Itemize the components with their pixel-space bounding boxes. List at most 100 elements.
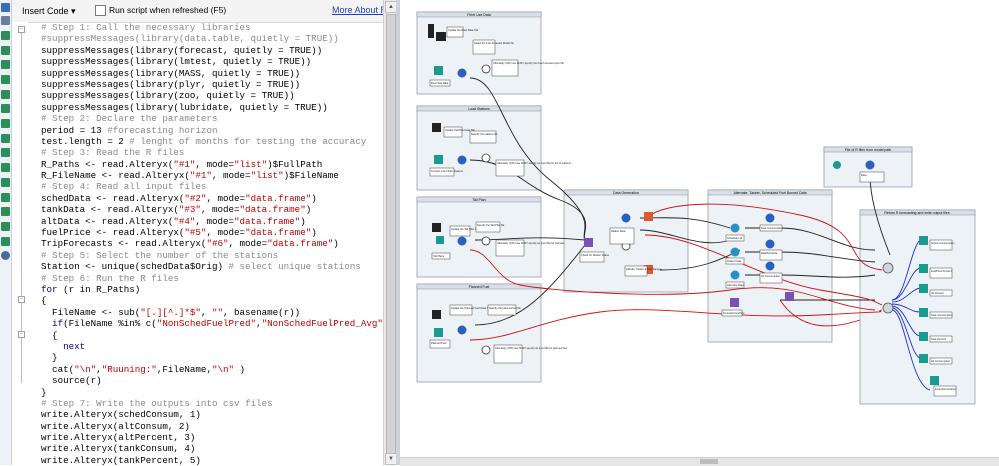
note: Tail Plans (433, 254, 445, 258)
run-when-refreshed-label: Run script when refreshed (F5) (109, 5, 227, 15)
code-line: suppressMessages(library(plyr, quietly =… (30, 79, 395, 90)
code-token: 13 (90, 124, 102, 136)
code-token: (r in R_Paths) (57, 283, 141, 295)
code-line: suppressMessages(library(MASS, quietly =… (30, 68, 395, 79)
code-token: (FileName %in% c( (63, 318, 157, 330)
code-token: { (30, 295, 47, 307)
code-token: ) (184, 420, 190, 432)
code-token: , basename(r)) (223, 306, 301, 318)
output-anchor-icon[interactable] (1, 75, 10, 84)
code-token: if (30, 318, 64, 330)
note: Convert Line Flight Stations (431, 169, 464, 173)
container-title: Alternate, Tanker, Scheduled Fuel Burned… (733, 191, 806, 195)
output-anchor-icon[interactable] (1, 207, 10, 216)
code-line: period = 13 #forecasting horizon (30, 125, 395, 136)
container-tail-plan[interactable]: Tail Plan (416, 196, 542, 278)
output-anchor-icon[interactable] (1, 178, 10, 187)
note: Specify the planned fuel file (489, 306, 521, 310)
code-token: write.Alteryx(tankPercent, (30, 454, 190, 465)
code-line: # Step 5: Select the number of the stati… (30, 250, 395, 261)
code-line: TripForecasts <- read.Alteryx("#6", mode… (30, 238, 395, 249)
code-line: schedData <- read.Alteryx("#2", mode="da… (30, 193, 395, 204)
code-token: schedData <- read.Alteryx( (30, 192, 185, 204)
code-token: TripForecasts <- read.Alteryx( (30, 238, 207, 250)
code-token: ) (311, 227, 317, 239)
code-token: , mode= (228, 238, 268, 250)
code-token: ) (189, 443, 196, 455)
code-token: period = (30, 124, 91, 136)
run-when-refreshed-checkbox[interactable] (95, 5, 106, 16)
code-line: # Step 3: Read the R files (30, 147, 395, 158)
code-line: suppressMessages(library(forecast, quiet… (30, 45, 395, 56)
code-token: Station <- unique(schedData$Orig) (30, 261, 223, 273)
code-line: next (30, 341, 395, 352)
code-line: suppressMessages(library(zoo, quietly = … (30, 90, 395, 101)
note: Update the Planned Fuel Data Tab (451, 306, 491, 310)
note: Select the Fuel Forecast Model file (474, 41, 514, 45)
code-line: Station <- unique(schedData$Orig) # sele… (30, 261, 395, 272)
fold-toggle-icon[interactable]: − (18, 296, 25, 303)
code-token: ) (195, 454, 201, 465)
output-anchor-icon[interactable] (1, 46, 10, 55)
output-anchor-icon[interactable] (1, 16, 10, 25)
note: DataSchedule (761, 251, 778, 255)
code-token: "#5" (184, 227, 207, 239)
output-anchor-icon[interactable] (1, 148, 10, 157)
code-token: tankData <- read.Alteryx( (30, 204, 179, 216)
code-toolbar: Insert Code ▾ Run script when refreshed … (12, 0, 395, 23)
help-icon[interactable] (1, 251, 10, 260)
output-anchor-icon[interactable] (1, 104, 10, 113)
container-title: Planned Fuel (469, 285, 490, 289)
scroll-thumb[interactable] (386, 14, 396, 454)
code-token: "#1" (189, 170, 212, 182)
code-gutter: − − − (12, 22, 28, 465)
scroll-thumb[interactable] (700, 459, 718, 464)
output-anchor-icon[interactable] (1, 90, 10, 99)
code-token: , mode= (195, 158, 235, 170)
note: Ultimately (OR) Use NUST specify the Fue… (493, 61, 565, 65)
output-anchor-icon[interactable] (1, 31, 10, 40)
note: Tank Consumption (761, 226, 783, 230)
note: Schedule Ltd (727, 236, 743, 240)
container-load-stations[interactable]: Load Stations (416, 105, 542, 191)
fold-toggle-icon[interactable]: − (18, 331, 25, 338)
insert-code-dropdown[interactable]: Insert Code ▾ (18, 4, 80, 18)
output-anchor-icon[interactable] (1, 119, 10, 128)
note: Tanker Data (727, 259, 742, 263)
output-anchor-icon[interactable] (1, 222, 10, 231)
note: Check for Station Status (581, 253, 610, 257)
note: FuelPrice Percent (931, 269, 952, 273)
code-token: "#4" (173, 215, 196, 227)
code-token: # Step 5: Select the number of the stati… (30, 249, 279, 261)
workflow-canvas[interactable]: Fleet Use Data Load Stations Tail Plan P… (400, 0, 999, 457)
code-token: "#1" (173, 158, 196, 170)
code-token: source(r) (30, 375, 102, 387)
output-anchor-icon[interactable] (1, 193, 10, 202)
code-token: "data.frame" (234, 215, 301, 227)
output-anchor-icon[interactable] (1, 60, 10, 69)
code-line: cat("\n","Ruuning:",FileName,"\n" ) (30, 364, 395, 375)
code-line: } (30, 387, 395, 398)
code-line: { (30, 295, 395, 306)
workflow-diagram: Fleet Use Data Load Stations Tail Plan P… (416, 11, 976, 405)
output-anchor-icon[interactable] (1, 134, 10, 143)
code-token: "[.][^.]*$" (140, 306, 201, 318)
code-editor[interactable]: # Step 1: Call the necessary libraries #… (30, 22, 395, 465)
code-line: # Step 4: Read all input files (30, 181, 395, 192)
code-token: ) (189, 432, 196, 444)
code-token: , mode= (200, 204, 240, 216)
code-token: ) (234, 363, 246, 375)
more-about-r-link[interactable]: More About R (332, 5, 387, 15)
code-token: # Step 3: Read the R files (30, 147, 185, 159)
code-token: "data.frame" (239, 204, 306, 216)
code-token: write.Alteryx(schedConsum, (30, 409, 190, 421)
output-anchor-icon[interactable] (1, 237, 10, 246)
fold-toggle-icon[interactable]: − (18, 26, 25, 33)
code-line: if(FileName %in% c("NonSchedFuelPred","N… (30, 318, 395, 329)
container-title: Load Stations (468, 107, 490, 111)
editor-scrollbar[interactable]: ▲ ▼ (383, 0, 397, 465)
note: Station Data (611, 229, 626, 233)
code-token: ) (311, 192, 317, 204)
pointer-icon[interactable] (1, 3, 10, 12)
output-anchor-icon[interactable] (1, 163, 10, 172)
